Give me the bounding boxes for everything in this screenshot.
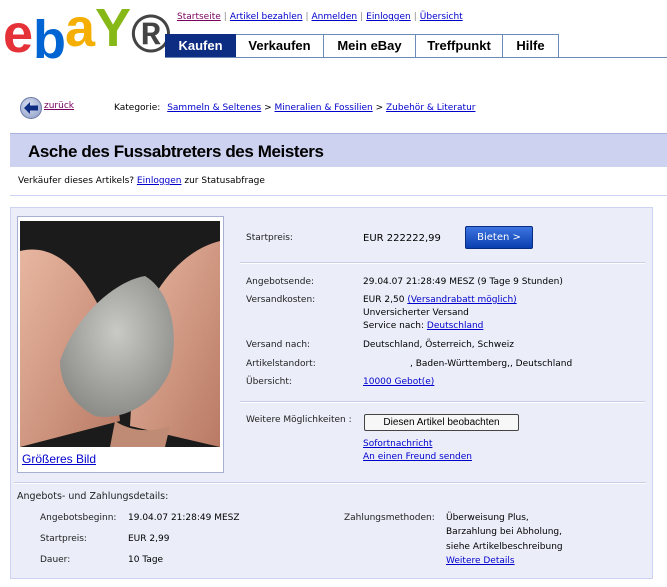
- back-arrow-icon[interactable]: [20, 97, 42, 119]
- larger-image-link[interactable]: Größeres Bild: [22, 452, 96, 466]
- shipping-cost: EUR 2,50: [363, 295, 405, 305]
- breadcrumb-item-sammeln[interactable]: Sammeln & Seltenes: [167, 103, 261, 113]
- begin-label: Angebotsbeginn:: [40, 513, 117, 523]
- link-uebersicht[interactable]: Übersicht: [420, 12, 463, 22]
- seller-notice: Verkäufer dieses Artikels? Einloggen zur…: [18, 176, 265, 186]
- seller-notice-text: Verkäufer dieses Artikels?: [18, 176, 135, 186]
- payment-method-1: Überweisung Plus,: [446, 513, 529, 523]
- payment-details-link[interactable]: Weitere Details: [446, 556, 515, 566]
- breadcrumb-item-zubehoer[interactable]: Zubehör & Literatur: [386, 103, 476, 113]
- end-value: 29.04.07 21:28:49 MESZ (9 Tage 9 Stunden…: [363, 277, 563, 287]
- divider: [240, 262, 645, 264]
- terms-start-price-label: Startpreis:: [40, 534, 87, 544]
- start-price-label: Startpreis:: [246, 233, 293, 243]
- link-artikel-bezahlen[interactable]: Artikel bezahlen: [230, 12, 303, 22]
- bids-link[interactable]: 10000 Gebot(e): [363, 377, 434, 387]
- divider: [240, 401, 645, 403]
- logo-letter-e: e: [3, 4, 33, 64]
- logo-letter-y: Y: [95, 0, 131, 58]
- seller-login-link[interactable]: Einloggen: [137, 176, 182, 186]
- start-price-value: EUR 222222,99: [363, 233, 441, 244]
- ebay-logo[interactable]: e b a Y ®: [3, 0, 171, 70]
- overview-label: Übersicht:: [246, 377, 292, 387]
- bid-button[interactable]: Bieten >: [465, 226, 533, 249]
- shipping-service-prefix: Service nach:: [363, 321, 425, 331]
- separator: |: [223, 12, 227, 22]
- breadcrumb-label: Kategorie:: [114, 103, 161, 113]
- seller-notice-suffix: zur Statusabfrage: [184, 176, 265, 186]
- shipping-discount-link[interactable]: (Versandrabatt möglich): [407, 295, 516, 305]
- payment-method-2: Barzahlung bei Abholung,: [446, 527, 562, 537]
- duration-label: Dauer:: [40, 555, 71, 565]
- divider: [14, 482, 646, 484]
- payment-label: Zahlungsmethoden:: [344, 513, 435, 523]
- tab-verkaufen[interactable]: Verkaufen: [236, 34, 324, 58]
- tab-mein-ebay[interactable]: Mein eBay: [324, 34, 416, 58]
- logo-letter-a: a: [65, 0, 95, 58]
- page-title: Asche des Fussabtreters des Meisters: [28, 142, 324, 161]
- instant-message-link[interactable]: Sofortnachricht: [363, 439, 432, 449]
- separator: |: [305, 12, 309, 22]
- tab-hilfe[interactable]: Hilfe: [503, 34, 559, 58]
- main-nav: Kaufen Verkaufen Mein eBay Treffpunkt Hi…: [165, 34, 559, 58]
- terms-heading: Angebots- und Zahlungsdetails:: [17, 491, 169, 502]
- breadcrumb-item-mineralien[interactable]: Mineralien & Fossilien: [275, 103, 373, 113]
- item-photo[interactable]: [20, 221, 220, 447]
- tab-kaufen[interactable]: Kaufen: [165, 34, 236, 58]
- shipping-type: Unversicherter Versand: [363, 308, 469, 318]
- back-link[interactable]: zurück: [44, 101, 74, 111]
- link-startseite[interactable]: Startseite: [177, 12, 221, 22]
- ship-to-label: Versand nach:: [246, 340, 311, 350]
- nav-divider: [165, 57, 667, 58]
- separator: |: [360, 12, 364, 22]
- breadcrumb-separator: >: [264, 103, 272, 113]
- link-anmelden[interactable]: Anmelden: [312, 12, 358, 22]
- payment-method-3: siehe Artikelbeschreibung: [446, 542, 563, 552]
- end-label: Angebotsende:: [246, 277, 315, 287]
- shipping-service: Service nach: Deutschland: [363, 321, 483, 331]
- duration-value: 10 Tage: [128, 555, 164, 565]
- shipping-value: EUR 2,50 (Versandrabatt möglich): [363, 295, 517, 305]
- separator: |: [413, 12, 417, 22]
- shipping-label: Versandkosten:: [246, 295, 316, 305]
- ship-to-value: Deutschland, Österreich, Schweiz: [363, 340, 514, 350]
- logo-letter-b: b: [33, 10, 66, 70]
- begin-value: 19.04.07 21:28:49 MESZ: [128, 513, 240, 523]
- tab-treffpunkt[interactable]: Treffpunkt: [416, 34, 503, 58]
- location-value: , Baden-Württemberg,, Deutschland: [410, 359, 573, 369]
- shipping-country-link[interactable]: Deutschland: [427, 321, 483, 331]
- location-label: Artikelstandort:: [246, 359, 316, 369]
- more-options-label: Weitere Möglichkeiten :: [246, 415, 352, 425]
- link-einloggen[interactable]: Einloggen: [366, 12, 411, 22]
- watch-item-button[interactable]: Diesen Artikel beobachten: [364, 414, 519, 431]
- top-links: Startseite | Artikel bezahlen | Anmelden | Ein…: [177, 12, 463, 22]
- breadcrumb: Kategorie: Sammeln & Seltenes > Minerali…: [114, 103, 475, 113]
- tell-friend-link[interactable]: An einen Freund senden: [363, 452, 472, 462]
- terms-start-price-value: EUR 2,99: [128, 534, 170, 544]
- registered-mark: ®: [131, 4, 171, 64]
- breadcrumb-separator: >: [375, 103, 384, 113]
